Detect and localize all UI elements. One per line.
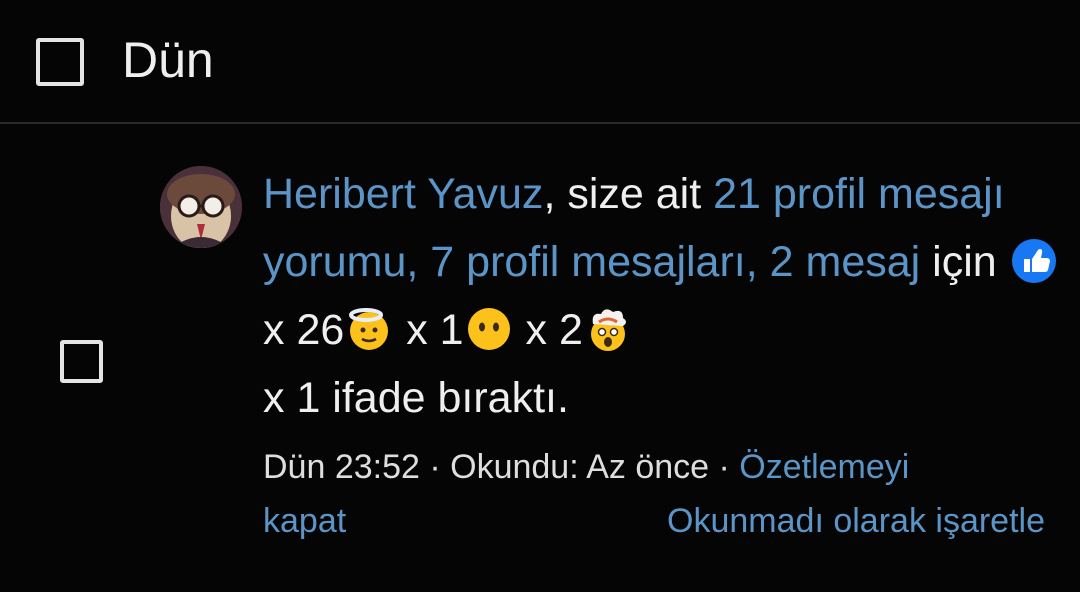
avatar[interactable] xyxy=(160,166,242,248)
day-group-title: Dün xyxy=(122,32,214,88)
exploding-head-icon xyxy=(585,304,631,351)
select-all-checkbox[interactable] xyxy=(36,38,84,86)
alert-select-checkbox[interactable] xyxy=(60,340,103,383)
alert-item: Heribert Yavuz, size ait 21 profil mesaj… xyxy=(0,124,1080,592)
user-link[interactable]: Heribert Yavuz xyxy=(263,170,543,218)
read-status: Okundu: Az önce xyxy=(450,448,710,486)
profile-post-link[interactable]: 7 profil mesajları xyxy=(430,238,745,286)
collapse-summary-link-cont[interactable]: kapat xyxy=(263,502,346,540)
like-icon xyxy=(1011,236,1057,283)
alert-time: Dün 23:52 xyxy=(263,448,420,486)
day-group-header: Dün xyxy=(0,0,1080,124)
alert-meta: Dün 23:52 · Okundu: Az önce · Özetlemeyi… xyxy=(263,440,1063,548)
collapse-summary-link[interactable]: Özetlemeyi xyxy=(739,448,909,486)
mark-unread-link[interactable]: Okunmadı olarak işaretle xyxy=(667,494,1045,548)
alert-text: Heribert Yavuz, size ait 21 profil mesaj… xyxy=(263,160,1063,432)
no-mouth-face-icon xyxy=(466,304,512,350)
message-link[interactable]: 2 mesaj xyxy=(770,238,921,286)
alert-content: Heribert Yavuz, size ait 21 profil mesaj… xyxy=(263,160,1063,548)
innocent-face-icon xyxy=(346,304,392,350)
